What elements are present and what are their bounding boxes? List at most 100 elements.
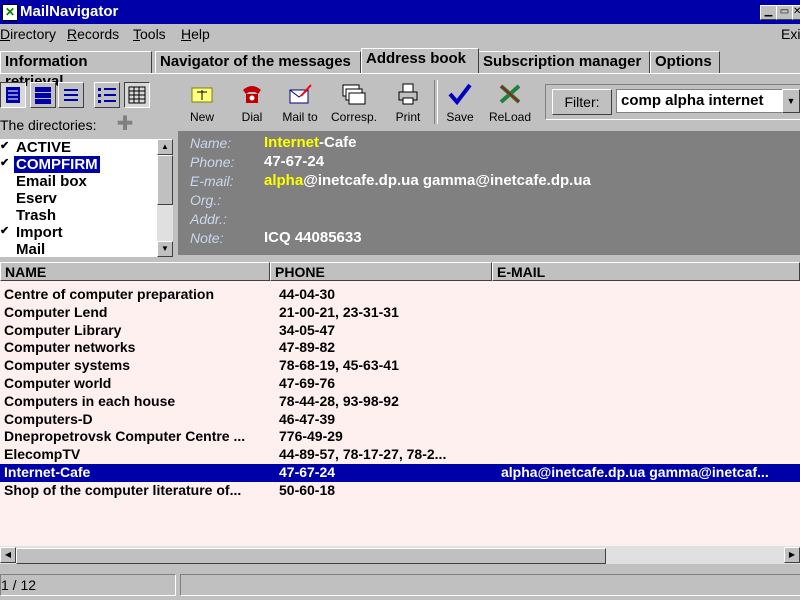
email-label: E-mail: (190, 173, 234, 189)
tab-navigator-messages[interactable]: Navigator of the messages (155, 51, 361, 74)
table-row[interactable]: Internet-Cafe 47-67-24 alpha@inetcafe.dp.u… (0, 464, 800, 482)
cell-name: Computer Lend (4, 303, 108, 320)
directories-label: The directories: (0, 117, 97, 133)
dial-button[interactable]: Dial (228, 78, 276, 126)
cell-name: Computer systems (4, 357, 131, 374)
cell-phone: 47-89-82 (279, 339, 336, 356)
tab-subscription-manager[interactable]: Subscription manager (478, 51, 650, 74)
reload-button[interactable]: ReLoad (486, 78, 534, 126)
table-row[interactable]: Computer Library 34-05-47 (0, 322, 800, 340)
add-directory-icon[interactable]: ✚ (116, 114, 134, 134)
contact-detail-panel: Name: Internet-Cafe Phone: 47-67-24 E-ma… (178, 131, 800, 255)
directory-item-trash[interactable]: Trash (0, 207, 157, 224)
directory-item-mail[interactable]: Mail (0, 241, 157, 257)
toolbar: New Dial Mail to Corresp. Print Save ReL… (178, 78, 536, 128)
table-row[interactable]: Centre of computer preparation 44-04-30 (0, 286, 800, 304)
menu-tools[interactable]: Tools (133, 26, 166, 42)
checkbox-icon[interactable] (0, 192, 10, 203)
checkbox-icon[interactable]: ✔ (0, 141, 10, 152)
checkbox-icon[interactable]: ✔ (0, 226, 10, 237)
directory-item-email-box[interactable]: Email box (0, 173, 157, 190)
cell-name: Internet-Cafe (4, 464, 91, 480)
phone-icon (243, 86, 261, 103)
view-grid-button[interactable] (124, 82, 150, 108)
tab-options[interactable]: Options (650, 51, 720, 74)
menu-help[interactable]: Help (181, 26, 210, 42)
column-header-phone[interactable]: PHONE (270, 262, 492, 281)
filter-combobox[interactable]: comp alpha internet (616, 89, 790, 113)
cell-phone: 47-67-24 (279, 464, 336, 480)
correspondence-button[interactable]: Corresp. (330, 78, 378, 126)
save-button[interactable]: Save (436, 78, 484, 126)
tab-address-book[interactable]: Address book (361, 48, 479, 73)
table-row[interactable]: Dnepropetrovsk Computer Centre ... 776-49… (0, 428, 800, 446)
scroll-down-icon[interactable]: ▼ (157, 241, 173, 257)
scroll-thumb[interactable] (157, 155, 173, 205)
checkbox-icon[interactable]: ✔ (0, 158, 10, 169)
column-header-email[interactable]: E-MAIL (492, 262, 800, 281)
window-title: MailNavigator (20, 3, 119, 20)
note-value: ICQ 44085633 (264, 229, 362, 246)
tab-bar: Information retrieval Navigator of the m… (0, 48, 800, 90)
menu-records[interactable]: Records (67, 26, 119, 42)
column-header-name[interactable]: NAME (0, 262, 270, 281)
checkbox-icon[interactable] (0, 209, 10, 220)
scroll-up-icon[interactable]: ▲ (157, 139, 173, 155)
checkbox-icon[interactable] (0, 175, 10, 186)
cell-phone: 776-49-29 (279, 428, 343, 445)
checkbox-icon[interactable] (0, 243, 10, 254)
cell-phone: 50-60-18 (279, 481, 336, 498)
mail-to-button[interactable]: Mail to (276, 78, 324, 126)
new-button[interactable]: New (178, 78, 226, 126)
table-row[interactable]: Computer systems 78-68-19, 45-63-41 (0, 357, 800, 375)
email-value: alpha@inetcafe.dp.ua gamma@inetcafe.dp.u… (264, 172, 591, 189)
name-label: Name: (190, 135, 232, 151)
table-row[interactable]: ElecompTV 44-89-57, 78-17-27, 78-2... (0, 446, 800, 464)
table-row[interactable]: Computer world 47-69-76 (0, 375, 800, 393)
print-button[interactable]: Print (384, 78, 432, 126)
filter-label[interactable]: Filter: (552, 89, 612, 115)
grid-view-icon (128, 86, 146, 104)
table-row[interactable]: Computers-D 46-47-39 (0, 411, 800, 429)
scroll-left-icon[interactable]: ◀ (0, 547, 16, 563)
directory-scrollbar[interactable]: ▲ ▼ (157, 139, 173, 257)
menu-directory[interactable]: Directory (0, 26, 56, 42)
view-large-list-button[interactable] (0, 82, 26, 108)
cell-phone: 44-89-57, 78-17-27, 78-2... (279, 446, 447, 463)
checkmark-icon (448, 83, 472, 106)
cell-phone: 21-00-21, 23-31-31 (279, 303, 399, 320)
maximize-button[interactable]: ▭ (776, 5, 793, 20)
directory-item-active[interactable]: ✔ ACTIVE (0, 139, 157, 156)
detail-view-icon (35, 87, 51, 104)
phone-value: 47-67-24 (264, 153, 325, 170)
view-icons-button[interactable] (94, 82, 120, 108)
table-row[interactable]: Computer networks 47-89-82 (0, 339, 800, 357)
status-record-counter: 1 / 12 (0, 574, 176, 596)
printer-icon (398, 83, 418, 105)
close-button[interactable]: ✕ (792, 5, 800, 20)
cell-email: alpha@inetcafe.dp.ua gamma@inetcaf... (501, 464, 769, 480)
minimize-button[interactable]: ▁ (760, 5, 777, 20)
status-message (180, 574, 800, 596)
chevron-down-icon[interactable]: ▼ (782, 89, 800, 113)
view-medium-list-button[interactable] (30, 82, 56, 108)
table-row[interactable]: Shop of the computer literature of... 50-… (0, 482, 800, 500)
directory-item-eserv[interactable]: Eserv (0, 190, 157, 207)
list-view-icon (6, 87, 20, 103)
cell-name: Computers in each house (4, 392, 176, 409)
table-row[interactable]: Computers in each house 78-44-28, 93-98-9… (0, 393, 800, 411)
directory-item-import[interactable]: ✔ Import (0, 224, 157, 241)
menu-exit[interactable]: Exi (781, 26, 800, 42)
title-bar: ✕ MailNavigator ▁ ▭ ✕ (0, 0, 800, 24)
mail-write-icon (289, 84, 312, 104)
horizontal-scroll-thumb[interactable] (16, 548, 606, 564)
table-row[interactable]: Computer Lend 21-00-21, 23-31-31 (0, 304, 800, 322)
name-value: Internet-Cafe (264, 134, 357, 151)
app-icon: ✕ (2, 4, 18, 21)
compact-view-icon (64, 89, 78, 101)
directory-item-compfirm[interactable]: ✔ COMPFIRM (0, 156, 157, 173)
cell-name: Dnepropetrovsk Computer Centre ... (4, 428, 246, 445)
tab-information-retrieval[interactable]: Information retrieval (0, 51, 152, 90)
scroll-right-icon[interactable]: ▶ (784, 547, 800, 563)
view-small-list-button[interactable] (58, 82, 84, 108)
